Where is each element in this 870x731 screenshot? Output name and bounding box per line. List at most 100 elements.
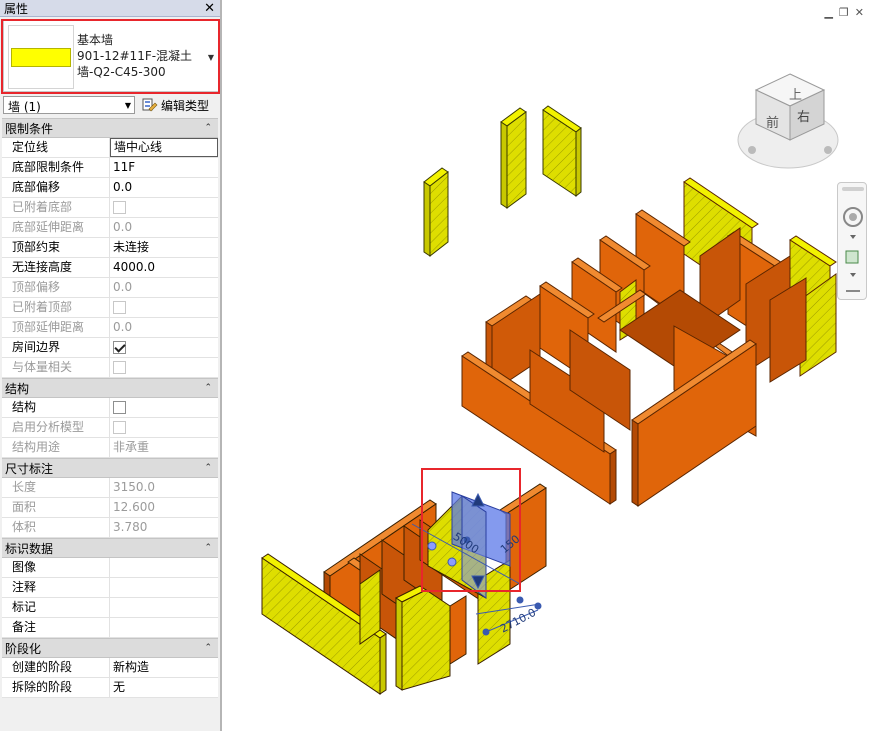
- property-row[interactable]: 注释: [2, 578, 218, 598]
- property-row: 长度 3150.0: [2, 478, 218, 498]
- property-checkbox: [113, 361, 126, 374]
- property-value[interactable]: [110, 398, 218, 417]
- property-group-header[interactable]: 标识数据 ⌃: [2, 538, 218, 558]
- collapse-icon[interactable]: ⌃: [204, 123, 212, 133]
- property-row: 与体量相关: [2, 358, 218, 378]
- model-drawing: [261, 73, 839, 695]
- property-row[interactable]: 无连接高度 4000.0: [2, 258, 218, 278]
- property-row[interactable]: 拆除的阶段无: [2, 678, 218, 698]
- property-row: 底部延伸距离 0.0: [2, 218, 218, 238]
- property-value[interactable]: [110, 578, 218, 597]
- property-name: 顶部约束: [2, 238, 110, 257]
- edit-type-icon: [142, 98, 158, 112]
- property-value: [110, 198, 218, 217]
- property-row: 启用分析模型: [2, 418, 218, 438]
- property-value[interactable]: [110, 618, 218, 637]
- instance-filter-select[interactable]: 墙 (1) ▼: [3, 96, 135, 114]
- property-checkbox: [113, 301, 126, 314]
- properties-table: 限制条件 ⌃ 定位线 墙中心线 底部限制条件 11F 底部偏移 0.0 已附着底部 底部延伸距离 0…: [2, 118, 218, 698]
- property-value: 非承重: [113, 440, 150, 454]
- property-value[interactable]: 11F: [110, 158, 218, 177]
- property-name: 启用分析模型: [2, 418, 110, 437]
- collapse-icon[interactable]: ⌃: [204, 383, 212, 393]
- property-name: 顶部偏移: [2, 278, 110, 297]
- instance-row: 墙 (1) ▼ 编辑类型: [3, 95, 219, 115]
- property-row: 体积 3.780: [2, 518, 218, 538]
- property-row: 顶部偏移 0.0: [2, 278, 218, 298]
- property-value[interactable]: 新构造: [110, 658, 218, 677]
- navigation-bar: [837, 182, 867, 300]
- 3d-view-canvas[interactable]: 上 前 右 2710.0 5000 150 ▁ ❐ ✕: [226, 0, 870, 731]
- property-value: 0.0: [113, 280, 133, 294]
- property-value: 3150.0: [113, 480, 155, 494]
- property-name: 与体量相关: [2, 358, 110, 377]
- viewcube[interactable]: [737, 73, 839, 169]
- property-row: 面积 12.600: [2, 498, 218, 518]
- property-row[interactable]: 定位线 墙中心线: [2, 138, 218, 158]
- type-thumbnail: [8, 25, 74, 89]
- dropdown-arrow-icon[interactable]: ▼: [208, 53, 214, 62]
- restore-icon[interactable]: ❐: [839, 6, 849, 19]
- property-group-header[interactable]: 阶段化 ⌃: [2, 638, 218, 658]
- property-row: 已附着底部: [2, 198, 218, 218]
- property-group-header[interactable]: 结构 ⌃: [2, 378, 218, 398]
- property-row[interactable]: 图像: [2, 558, 218, 578]
- property-group-title: 限制条件: [5, 121, 54, 136]
- property-name: 面积: [2, 498, 110, 517]
- close-icon[interactable]: ✕: [855, 6, 864, 19]
- property-value[interactable]: 墙中心线: [110, 138, 218, 157]
- chevron-down-icon[interactable]: [850, 273, 856, 277]
- property-row[interactable]: 顶部约束 未连接: [2, 238, 218, 258]
- collapse-icon[interactable]: ⌃: [204, 543, 212, 553]
- edit-type-button[interactable]: 编辑类型: [140, 95, 219, 115]
- property-value[interactable]: [110, 338, 218, 357]
- property-name: 已附着底部: [2, 198, 110, 217]
- property-value: 0.0: [113, 320, 133, 334]
- close-icon[interactable]: ✕: [204, 2, 215, 15]
- property-row[interactable]: 房间边界: [2, 338, 218, 358]
- property-value[interactable]: 未连接: [110, 238, 218, 257]
- property-group-title: 尺寸标注: [5, 461, 54, 476]
- property-row[interactable]: 备注: [2, 618, 218, 638]
- type-name: 901-12#11F-混凝土墙-Q2-C45-300: [77, 49, 193, 79]
- navigation-bar-icons: [842, 187, 864, 292]
- property-checkbox: [113, 421, 126, 434]
- property-value[interactable]: 4000.0: [110, 258, 218, 277]
- window-controls: ▁ ❐ ✕: [824, 6, 864, 19]
- property-name: 体积: [2, 518, 110, 537]
- property-name: 无连接高度: [2, 258, 110, 277]
- property-group-header[interactable]: 尺寸标注 ⌃: [2, 458, 218, 478]
- property-row[interactable]: 标记: [2, 598, 218, 618]
- minimize-icon[interactable]: ▁: [824, 6, 832, 19]
- property-name: 结构用途: [2, 438, 110, 457]
- property-name: 底部偏移: [2, 178, 110, 197]
- property-checkbox[interactable]: [113, 341, 126, 354]
- type-selector[interactable]: 基本墙 901-12#11F-混凝土墙-Q2-C45-300 ▼: [3, 20, 219, 92]
- property-value[interactable]: 无: [110, 678, 218, 697]
- panel-header: 属性 ✕: [0, 0, 220, 17]
- property-value[interactable]: [110, 558, 218, 577]
- property-row[interactable]: 底部偏移 0.0: [2, 178, 218, 198]
- property-value: [110, 418, 218, 437]
- edit-type-label: 编辑类型: [161, 98, 210, 113]
- viewcube-right-label: 右: [797, 110, 811, 125]
- property-row[interactable]: 结构: [2, 398, 218, 418]
- property-value[interactable]: [110, 598, 218, 617]
- type-label: 基本墙 901-12#11F-混凝土墙-Q2-C45-300: [77, 32, 207, 80]
- wall-color-swatch: [11, 48, 71, 67]
- chevron-down-icon[interactable]: [850, 235, 856, 239]
- viewcube-top-label: 上: [789, 88, 803, 103]
- property-row: 顶部延伸距离 0.0: [2, 318, 218, 338]
- property-group-header[interactable]: 限制条件 ⌃: [2, 118, 218, 138]
- property-row[interactable]: 底部限制条件 11F: [2, 158, 218, 178]
- main-wall-group: [461, 177, 837, 507]
- collapse-icon[interactable]: ⌃: [204, 643, 212, 653]
- property-value[interactable]: 0.0: [110, 178, 218, 197]
- property-row[interactable]: 创建的阶段 新构造: [2, 658, 218, 678]
- zoom-icon[interactable]: [845, 250, 859, 264]
- property-name: 创建的阶段: [2, 658, 110, 677]
- property-checkbox[interactable]: [113, 401, 126, 414]
- chevron-down-icon: ▼: [124, 101, 131, 110]
- property-name: 标记: [2, 598, 110, 617]
- collapse-icon[interactable]: ⌃: [204, 463, 212, 473]
